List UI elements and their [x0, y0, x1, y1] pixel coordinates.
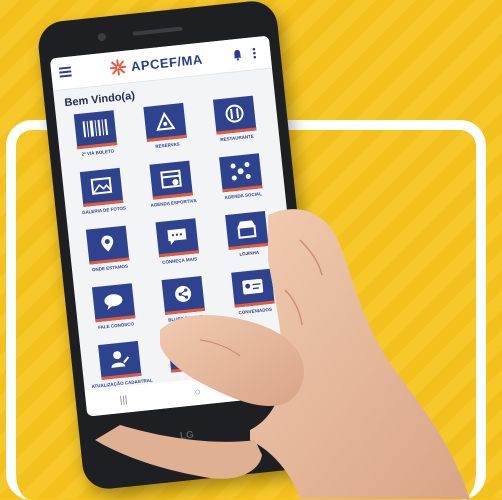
hand-holding-phone: [95, 209, 470, 499]
